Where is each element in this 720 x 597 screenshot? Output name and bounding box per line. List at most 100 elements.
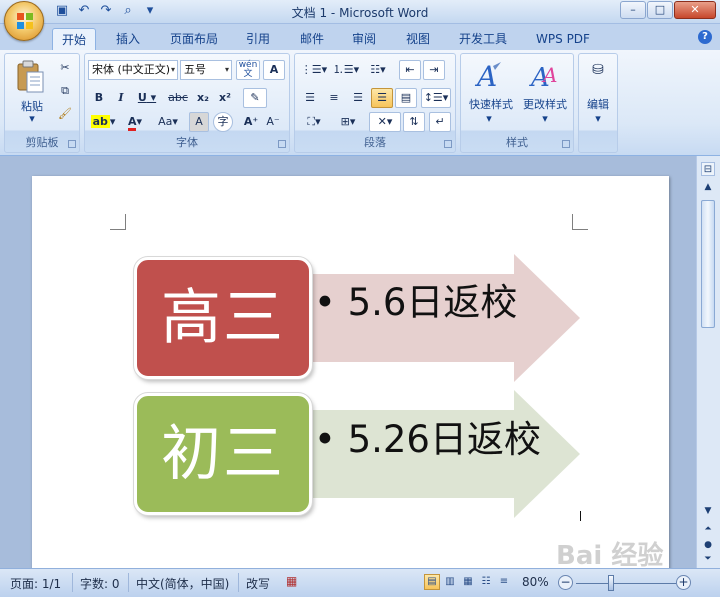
editing-button[interactable]: 编辑 — [579, 96, 617, 112]
overtype-indicator[interactable]: 改写 — [246, 575, 270, 592]
align-left-button[interactable]: ☰ — [299, 88, 321, 108]
strikethrough-button[interactable]: abc — [165, 88, 191, 108]
align-right-button[interactable]: ☰ — [347, 88, 369, 108]
borders-button[interactable]: ⊞▾ — [333, 112, 363, 132]
copy-icon[interactable]: ⧉ — [55, 81, 75, 101]
status-separator — [128, 573, 129, 592]
ribbon-tabs: 开始 插入 页面布局 引用 邮件 审阅 视图 开发工具 WPS PDF ? — [0, 24, 720, 50]
zoom-out-button[interactable]: − — [558, 575, 573, 590]
tab-developer[interactable]: 开发工具 — [450, 28, 516, 50]
underline-button[interactable]: U ▾ — [133, 88, 161, 108]
status-separator — [72, 573, 73, 592]
office-button[interactable] — [4, 1, 44, 41]
full-screen-reading-view-icon[interactable]: ▥ — [442, 574, 458, 590]
next-page-icon[interactable]: ⏷ — [701, 552, 715, 566]
binoculars-icon[interactable]: ⛁ — [587, 60, 609, 82]
char-shading-button[interactable]: A — [189, 112, 209, 132]
close-button[interactable]: ✕ — [674, 1, 716, 19]
shrink-font-button[interactable]: A⁻ — [263, 112, 283, 132]
grow-font-button[interactable]: A⁺ — [241, 112, 261, 132]
font-launcher-icon[interactable] — [278, 140, 286, 148]
vertical-scrollbar[interactable]: ⊟ ▲ ▼ ⏶ ● ⏷ — [696, 156, 720, 568]
format-painter-icon[interactable]: 🖌 — [55, 104, 75, 124]
font-color-button[interactable]: A▾ — [121, 112, 149, 132]
quick-styles-icon[interactable]: A — [473, 60, 505, 92]
scroll-up-icon[interactable]: ▲ — [701, 180, 715, 194]
tab-page-layout[interactable]: 页面布局 — [162, 28, 226, 50]
page-count[interactable]: 页面: 1/1 — [10, 575, 61, 592]
bullet-text-2[interactable]: • 5.26日返校 — [314, 409, 541, 463]
paste-dropdown-icon[interactable]: ▾ — [15, 112, 49, 125]
label-box-2[interactable]: 初三 — [134, 393, 312, 515]
change-styles-button[interactable]: 更改样式 — [517, 96, 573, 112]
tab-home[interactable]: 开始 — [52, 28, 96, 50]
bullets-button[interactable]: ⋮☰▾ — [299, 60, 329, 80]
align-center-button[interactable]: ≡ — [323, 88, 345, 108]
zoom-slider-track[interactable] — [576, 583, 676, 584]
bullet-marker: • — [314, 281, 336, 324]
scroll-thumb[interactable] — [701, 200, 715, 328]
justify-button[interactable]: ☰ — [371, 88, 393, 108]
increase-indent-button[interactable]: ⇥ — [423, 60, 445, 80]
line-spacing-button[interactable]: ↕☰▾ — [421, 88, 451, 108]
superscript-button[interactable]: x² — [215, 88, 235, 108]
font-size-combo[interactable]: 五号 ▾ — [180, 60, 232, 80]
help-icon[interactable]: ? — [698, 30, 712, 44]
bullet-text-1[interactable]: • 5.6日返校 — [314, 272, 517, 326]
scroll-down-icon[interactable]: ▼ — [701, 504, 715, 518]
styles-launcher-icon[interactable] — [562, 140, 570, 148]
bold-button[interactable]: B — [89, 88, 109, 108]
highlight-button[interactable]: ab ▾ — [89, 112, 117, 132]
macro-record-icon[interactable]: ▦ — [286, 574, 297, 588]
minimize-button[interactable]: – — [620, 1, 646, 19]
distributed-button[interactable]: ▤ — [395, 88, 417, 108]
clear-format-button[interactable]: A — [263, 60, 285, 80]
quick-styles-dropdown-icon[interactable]: ▾ — [479, 112, 499, 125]
multilevel-list-button[interactable]: ☷▾ — [363, 60, 393, 80]
change-styles-icon[interactable]: A A — [529, 60, 561, 92]
select-browse-object-icon[interactable]: ● — [701, 538, 715, 552]
enclose-characters-button[interactable]: 字 — [213, 112, 233, 132]
zoom-slider-thumb[interactable] — [608, 575, 614, 591]
language-indicator[interactable]: 中文(简体，中国) — [136, 575, 229, 592]
tab-view[interactable]: 视图 — [396, 28, 440, 50]
decrease-indent-button[interactable]: ⇤ — [399, 60, 421, 80]
word-count[interactable]: 字数: 0 — [80, 575, 120, 592]
label-box-1[interactable]: 高三 — [134, 257, 312, 379]
change-case-button[interactable]: Aa▾ — [153, 112, 183, 132]
chinese-layout-button[interactable]: ✕▾ — [369, 112, 401, 132]
tab-wps-pdf[interactable]: WPS PDF — [528, 28, 598, 50]
tab-insert[interactable]: 插入 — [106, 28, 150, 50]
tab-references[interactable]: 引用 — [236, 28, 280, 50]
outline-view-icon[interactable]: ☷ — [478, 574, 494, 590]
change-case-icon[interactable]: ✎ — [243, 88, 267, 108]
zoom-level[interactable]: 80% — [522, 575, 549, 589]
svg-text:A: A — [541, 63, 557, 87]
zoom-in-button[interactable]: + — [676, 575, 691, 590]
web-layout-view-icon[interactable]: ▦ — [460, 574, 476, 590]
document-page[interactable]: 高三 • 5.6日返校 初三 • 5.26日返校 — [32, 176, 669, 576]
draft-view-icon[interactable]: ≡ — [496, 574, 512, 590]
clipboard-launcher-icon[interactable] — [68, 140, 76, 148]
font-name-combo[interactable]: 宋体 (中文正文) ▾ — [88, 60, 178, 80]
print-layout-view-icon[interactable]: ▤ — [424, 574, 440, 590]
numbering-button[interactable]: ⒈☰▾ — [331, 60, 361, 80]
quick-styles-button[interactable]: 快速样式 — [463, 96, 519, 112]
editing-dropdown-icon[interactable]: ▾ — [579, 112, 617, 125]
ruler-toggle-icon[interactable]: ⊟ — [701, 162, 715, 176]
bullet-marker: • — [314, 418, 336, 461]
paste-icon[interactable] — [15, 60, 45, 94]
paragraph-launcher-icon[interactable] — [444, 140, 452, 148]
previous-page-icon[interactable]: ⏶ — [701, 522, 715, 536]
change-styles-dropdown-icon[interactable]: ▾ — [535, 112, 555, 125]
shading-button[interactable]: ⛶▾ — [299, 112, 329, 132]
italic-button[interactable]: I — [111, 88, 131, 108]
sort-button[interactable]: ⇅ — [403, 112, 425, 132]
subscript-button[interactable]: x₂ — [193, 88, 213, 108]
tab-review[interactable]: 审阅 — [342, 28, 386, 50]
maximize-button[interactable]: □ — [647, 1, 673, 19]
phonetic-guide-button[interactable]: wén 文 — [236, 60, 260, 80]
tab-mailings[interactable]: 邮件 — [290, 28, 334, 50]
cut-icon[interactable]: ✂ — [55, 58, 75, 78]
show-marks-button[interactable]: ↵ — [429, 112, 451, 132]
